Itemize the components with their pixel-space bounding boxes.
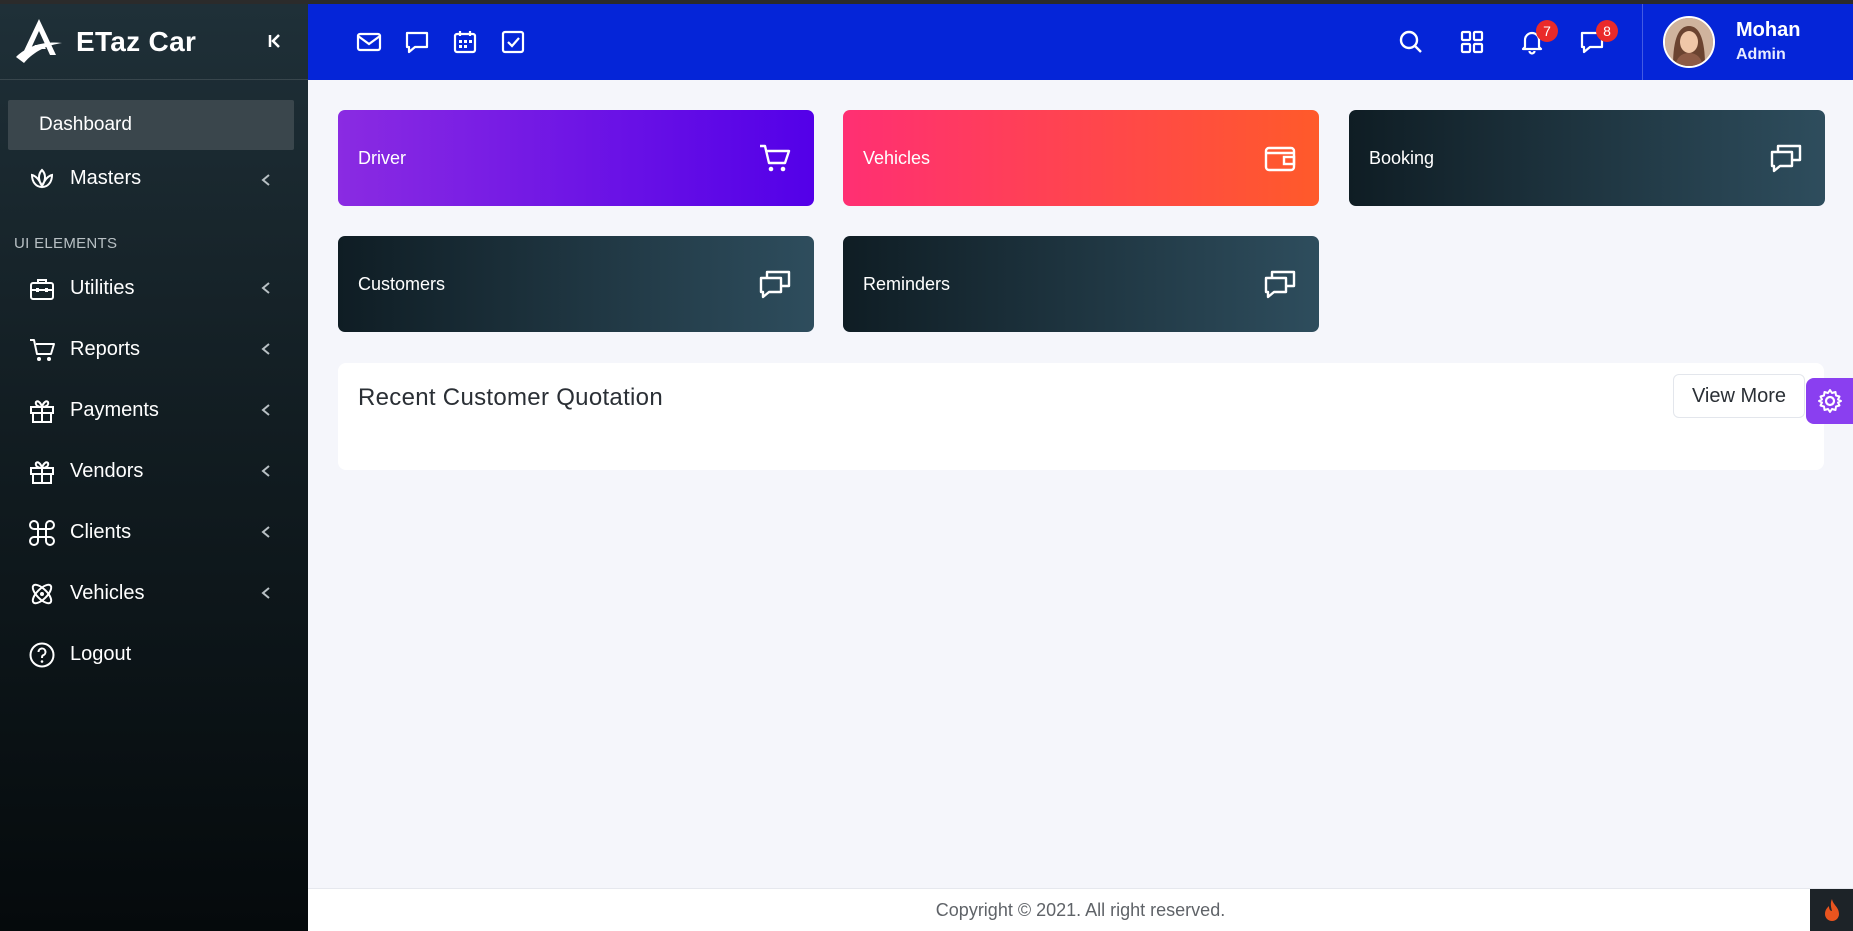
lotus-icon xyxy=(28,165,56,193)
notifications-button[interactable]: 7 xyxy=(1516,20,1558,58)
mail-button[interactable] xyxy=(308,26,340,58)
grid-icon xyxy=(1460,30,1484,54)
chevron-left-icon xyxy=(261,526,270,538)
chat-icon xyxy=(759,270,791,299)
atom-icon xyxy=(28,580,56,608)
avatar[interactable] xyxy=(1663,16,1715,68)
card-customers[interactable]: Customers xyxy=(338,236,814,332)
sidebar-item-label: Vendors xyxy=(70,460,144,482)
card-booking[interactable]: Booking xyxy=(1349,110,1825,206)
sidebar-item-reports[interactable]: Reports xyxy=(0,319,308,380)
settings-toggle[interactable] xyxy=(1806,378,1853,424)
brand-logo-icon xyxy=(16,18,62,63)
messages-button[interactable]: 8 xyxy=(1576,20,1618,58)
user-role: Admin xyxy=(1736,46,1786,63)
view-more-button[interactable]: View More xyxy=(1673,374,1805,418)
chat-icon xyxy=(1264,270,1296,299)
sidebar-item-label: Utilities xyxy=(70,277,135,299)
sidebar-item-label: Reports xyxy=(70,338,141,360)
chevron-left-icon xyxy=(261,465,270,477)
chevron-left-icon xyxy=(261,404,270,416)
user-name: Mohan xyxy=(1736,19,1801,41)
chevron-left-icon xyxy=(261,174,270,186)
card-label: Reminders xyxy=(863,273,951,294)
cart-icon xyxy=(760,144,791,172)
sidebar-item-label: Logout xyxy=(70,643,132,665)
panel-title: Recent Customer Quotation xyxy=(358,384,663,411)
card-vehicles[interactable]: Vehicles xyxy=(843,110,1319,206)
sidebar-item-clients[interactable]: Clients xyxy=(0,502,308,563)
tasks-button[interactable] xyxy=(497,26,529,58)
chat-icon xyxy=(1770,144,1802,173)
card-label: Customers xyxy=(358,273,446,294)
sidebar-item-logout[interactable]: Logout xyxy=(0,624,308,685)
wallet-icon xyxy=(1264,146,1296,172)
card-label: Booking xyxy=(1369,147,1435,168)
fire-icon xyxy=(1824,899,1839,921)
recent-quotation-panel: Recent Customer Quotation View More xyxy=(338,363,1824,470)
gift-icon xyxy=(28,458,56,486)
sidebar: ETaz Car Dashboard Masters UI ELEMENTS U… xyxy=(0,4,308,931)
card-driver[interactable]: Driver xyxy=(338,110,814,206)
sidebar-item-vendors[interactable]: Vendors xyxy=(0,441,308,502)
sidebar-item-masters[interactable]: Masters xyxy=(0,150,308,207)
search-icon xyxy=(1399,30,1422,53)
sidebar-item-label: Dashboard xyxy=(39,114,132,135)
chevron-left-icon xyxy=(261,282,270,294)
card-label: Driver xyxy=(358,147,406,168)
sidebar-collapse-button[interactable] xyxy=(262,28,288,54)
gift-icon xyxy=(28,397,56,425)
sidebar-item-label: Vehicles xyxy=(70,582,145,604)
gear-icon xyxy=(1817,389,1842,413)
card-reminders[interactable]: Reminders xyxy=(843,236,1319,332)
notifications-badge: 7 xyxy=(1536,20,1558,42)
calendar-icon xyxy=(453,31,477,54)
cart-icon xyxy=(28,336,56,364)
brand-name: ETaz Car xyxy=(76,25,197,57)
collapse-icon xyxy=(268,34,280,48)
sidebar-item-label: Masters xyxy=(70,167,142,189)
top-header xyxy=(308,4,1853,80)
checkbox-icon xyxy=(501,30,525,54)
chevron-left-icon xyxy=(261,343,270,355)
mail-icon xyxy=(356,32,382,52)
help-circle-icon xyxy=(28,641,56,669)
fire-button[interactable] xyxy=(1810,889,1853,931)
sidebar-section-title: UI ELEMENTS xyxy=(14,235,118,252)
calendar-button[interactable] xyxy=(449,26,481,58)
card-label: Vehicles xyxy=(863,147,931,168)
user-photo-icon xyxy=(1665,18,1713,66)
sidebar-item-label: Clients xyxy=(70,521,132,543)
sidebar-item-dashboard[interactable]: Dashboard xyxy=(8,100,294,150)
apps-button[interactable] xyxy=(1456,26,1488,58)
brand: ETaz Car xyxy=(0,4,308,80)
sidebar-item-utilities[interactable]: Utilities xyxy=(0,258,308,319)
chevron-left-icon xyxy=(261,587,270,599)
briefcase-icon xyxy=(28,275,56,303)
chat-button[interactable] xyxy=(401,26,433,58)
sidebar-item-payments[interactable]: Payments xyxy=(0,380,308,441)
messages-badge: 8 xyxy=(1596,20,1618,42)
mail-button[interactable] xyxy=(353,26,385,58)
command-icon xyxy=(28,519,56,547)
sidebar-item-label: Payments xyxy=(70,399,159,421)
sidebar-item-vehicles[interactable]: Vehicles xyxy=(0,563,308,624)
copyright-text: Copyright © 2021. All right reserved. xyxy=(935,899,1226,920)
search-button[interactable] xyxy=(1395,26,1427,58)
chat-icon xyxy=(405,31,429,54)
footer: Copyright © 2021. All right reserved. xyxy=(308,888,1853,931)
header-divider xyxy=(1642,4,1643,80)
